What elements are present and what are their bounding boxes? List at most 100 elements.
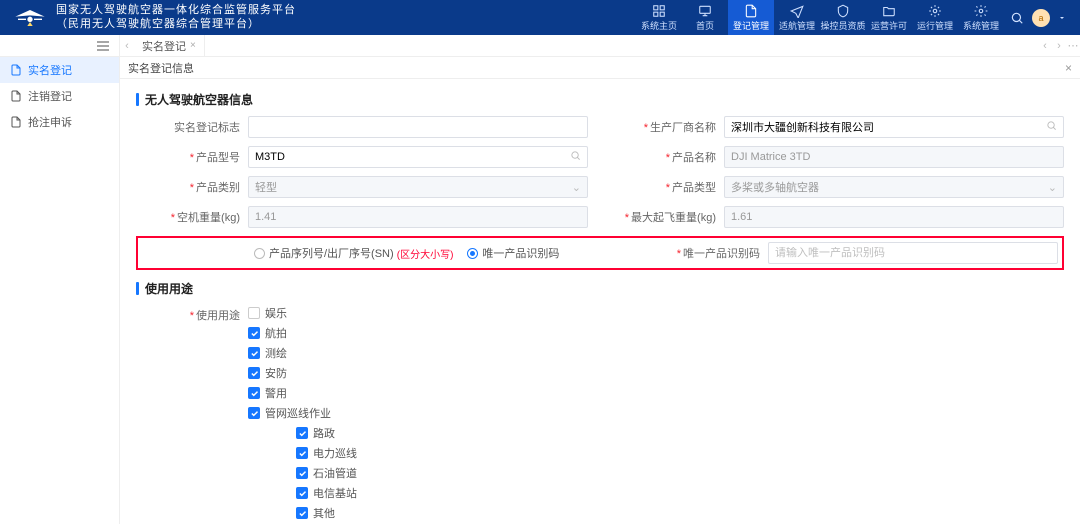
checkbox-icon[interactable] [296,507,308,519]
checkbox-icon[interactable] [248,347,260,359]
nav-label: 系统主页 [641,19,677,32]
checkbox-icon[interactable] [248,327,260,339]
radio-sn[interactable]: 产品序列号/出厂序号(SN) (区分大小写) [254,245,453,261]
checkbox-icon[interactable] [296,447,308,459]
checkbox-icon[interactable] [248,407,260,419]
prodname-input: DJI Matrice 3TD [724,146,1064,168]
section-bar-icon [136,93,139,106]
monitor-icon [698,4,712,18]
mtow-input: 1.61 [724,206,1064,228]
nav-item-3[interactable]: 适航管理 [774,0,820,35]
nav-label: 首页 [696,19,714,32]
file-text-icon [10,64,22,76]
tab-label: 实名登记 [142,38,186,54]
usage-node-5[interactable]: 管网巡线作业 [248,405,1064,421]
mfr-input[interactable] [724,116,1064,138]
checkbox-icon[interactable] [248,367,260,379]
usage-node-label: 管网巡线作业 [265,405,331,421]
section-aircraft-info-title: 无人驾驶航空器信息 [145,91,253,108]
type-select[interactable]: 多桨或多轴航空器⌄ [724,176,1064,198]
panel-close-icon[interactable]: × [1065,61,1072,75]
nav-item-5[interactable]: 运营许可 [866,0,912,35]
usage-node-1[interactable]: 航拍 [248,325,1064,341]
nav-item-7[interactable]: 系统管理 [958,0,1004,35]
usage-node-10[interactable]: 其他 [248,505,1064,521]
usage-node-label: 石油管道 [313,465,357,481]
usage-node-label: 路政 [313,425,335,441]
checkbox-icon[interactable] [248,387,260,399]
section-bar-icon [136,282,139,295]
sidebar-item-1[interactable]: 注销登记 [0,83,119,109]
sidebar-item-2[interactable]: 抢注申诉 [0,109,119,135]
tab-0[interactable]: 实名登记 × [134,35,205,56]
usage-node-2[interactable]: 测绘 [248,345,1064,361]
category-select[interactable]: 轻型⌄ [248,176,588,198]
sidebar-collapse-toggle[interactable] [0,35,119,57]
shield-icon [836,4,850,18]
mtow-label: *最大起飞重量(kg) [612,209,724,225]
tab-next2[interactable]: › [1052,35,1066,56]
checkbox-icon[interactable] [296,487,308,499]
search-icon[interactable] [1046,120,1057,134]
nav-item-4[interactable]: 操控员资质 [820,0,866,35]
tab-prev[interactable]: ‹ [120,35,134,56]
checkbox-icon[interactable] [248,307,260,319]
reg-tag-input[interactable] [248,116,588,138]
uid-input[interactable] [768,242,1058,264]
checkbox-icon[interactable] [296,427,308,439]
tab-close-icon[interactable]: × [190,40,196,51]
avatar-initial: a [1038,13,1043,23]
nav-label: 运行管理 [917,19,953,32]
usage-node-9[interactable]: 电信基站 [248,485,1064,501]
hamburger-icon [97,41,109,51]
chevron-down-icon: ⌄ [1048,181,1057,194]
file-icon [744,4,758,18]
nav-item-2[interactable]: 登记管理 [728,0,774,35]
nav-label: 适航管理 [779,19,815,32]
sidebar-item-label: 抢注申诉 [28,114,72,130]
tab-menu[interactable]: ⋯ [1066,35,1080,56]
usage-node-label: 电信基站 [313,485,357,501]
usage-node-label: 安防 [265,365,287,381]
file-alert-icon [10,116,22,128]
file-minus-icon [10,90,22,102]
usage-node-8[interactable]: 石油管道 [248,465,1064,481]
usage-node-label: 电力巡线 [313,445,357,461]
nav-item-0[interactable]: 系统主页 [636,0,682,35]
nav-item-6[interactable]: 运行管理 [912,0,958,35]
cog-icon [974,4,988,18]
usage-node-label: 警用 [265,385,287,401]
sn-highlight-box: 产品序列号/出厂序号(SN) (区分大小写) 唯一产品识别码 *唯一产品识别码 [136,236,1064,270]
nav-label: 登记管理 [733,19,769,32]
platform-logo-icon [14,8,46,28]
caret-down-icon[interactable] [1058,14,1066,22]
section-usage-title: 使用用途 [145,280,193,297]
sidebar-item-0[interactable]: 实名登记 [0,57,119,83]
user-avatar[interactable]: a [1032,9,1050,27]
nav-label: 运营许可 [871,19,907,32]
usage-node-0[interactable]: 娱乐 [248,305,1064,321]
usage-label: *使用用途 [136,305,248,524]
sidebar-item-label: 实名登记 [28,62,72,78]
usage-node-label: 航拍 [265,325,287,341]
usage-node-3[interactable]: 安防 [248,365,1064,381]
nav-label: 系统管理 [963,19,999,32]
usage-node-7[interactable]: 电力巡线 [248,445,1064,461]
search-icon[interactable] [570,150,581,164]
grid-icon [652,4,666,18]
plane-icon [790,4,804,18]
usage-node-6[interactable]: 路政 [248,425,1064,441]
radio-uid[interactable]: 唯一产品识别码 [467,245,559,261]
platform-title-line1: 国家无人驾驶航空器一体化综合监管服务平台 [56,4,296,17]
gear-icon [928,4,942,18]
checkbox-icon[interactable] [296,467,308,479]
usage-node-4[interactable]: 警用 [248,385,1064,401]
empty-weight-label: *空机重量(kg) [136,209,248,225]
tab-next[interactable]: ‹ [1038,35,1052,56]
nav-item-1[interactable]: 首页 [682,0,728,35]
search-icon[interactable] [1010,11,1024,25]
usage-node-label: 其他 [313,505,335,521]
model-input[interactable] [248,146,588,168]
panel-title: 实名登记信息 [128,60,194,76]
reg-tag-label: 实名登记标志 [136,119,248,135]
